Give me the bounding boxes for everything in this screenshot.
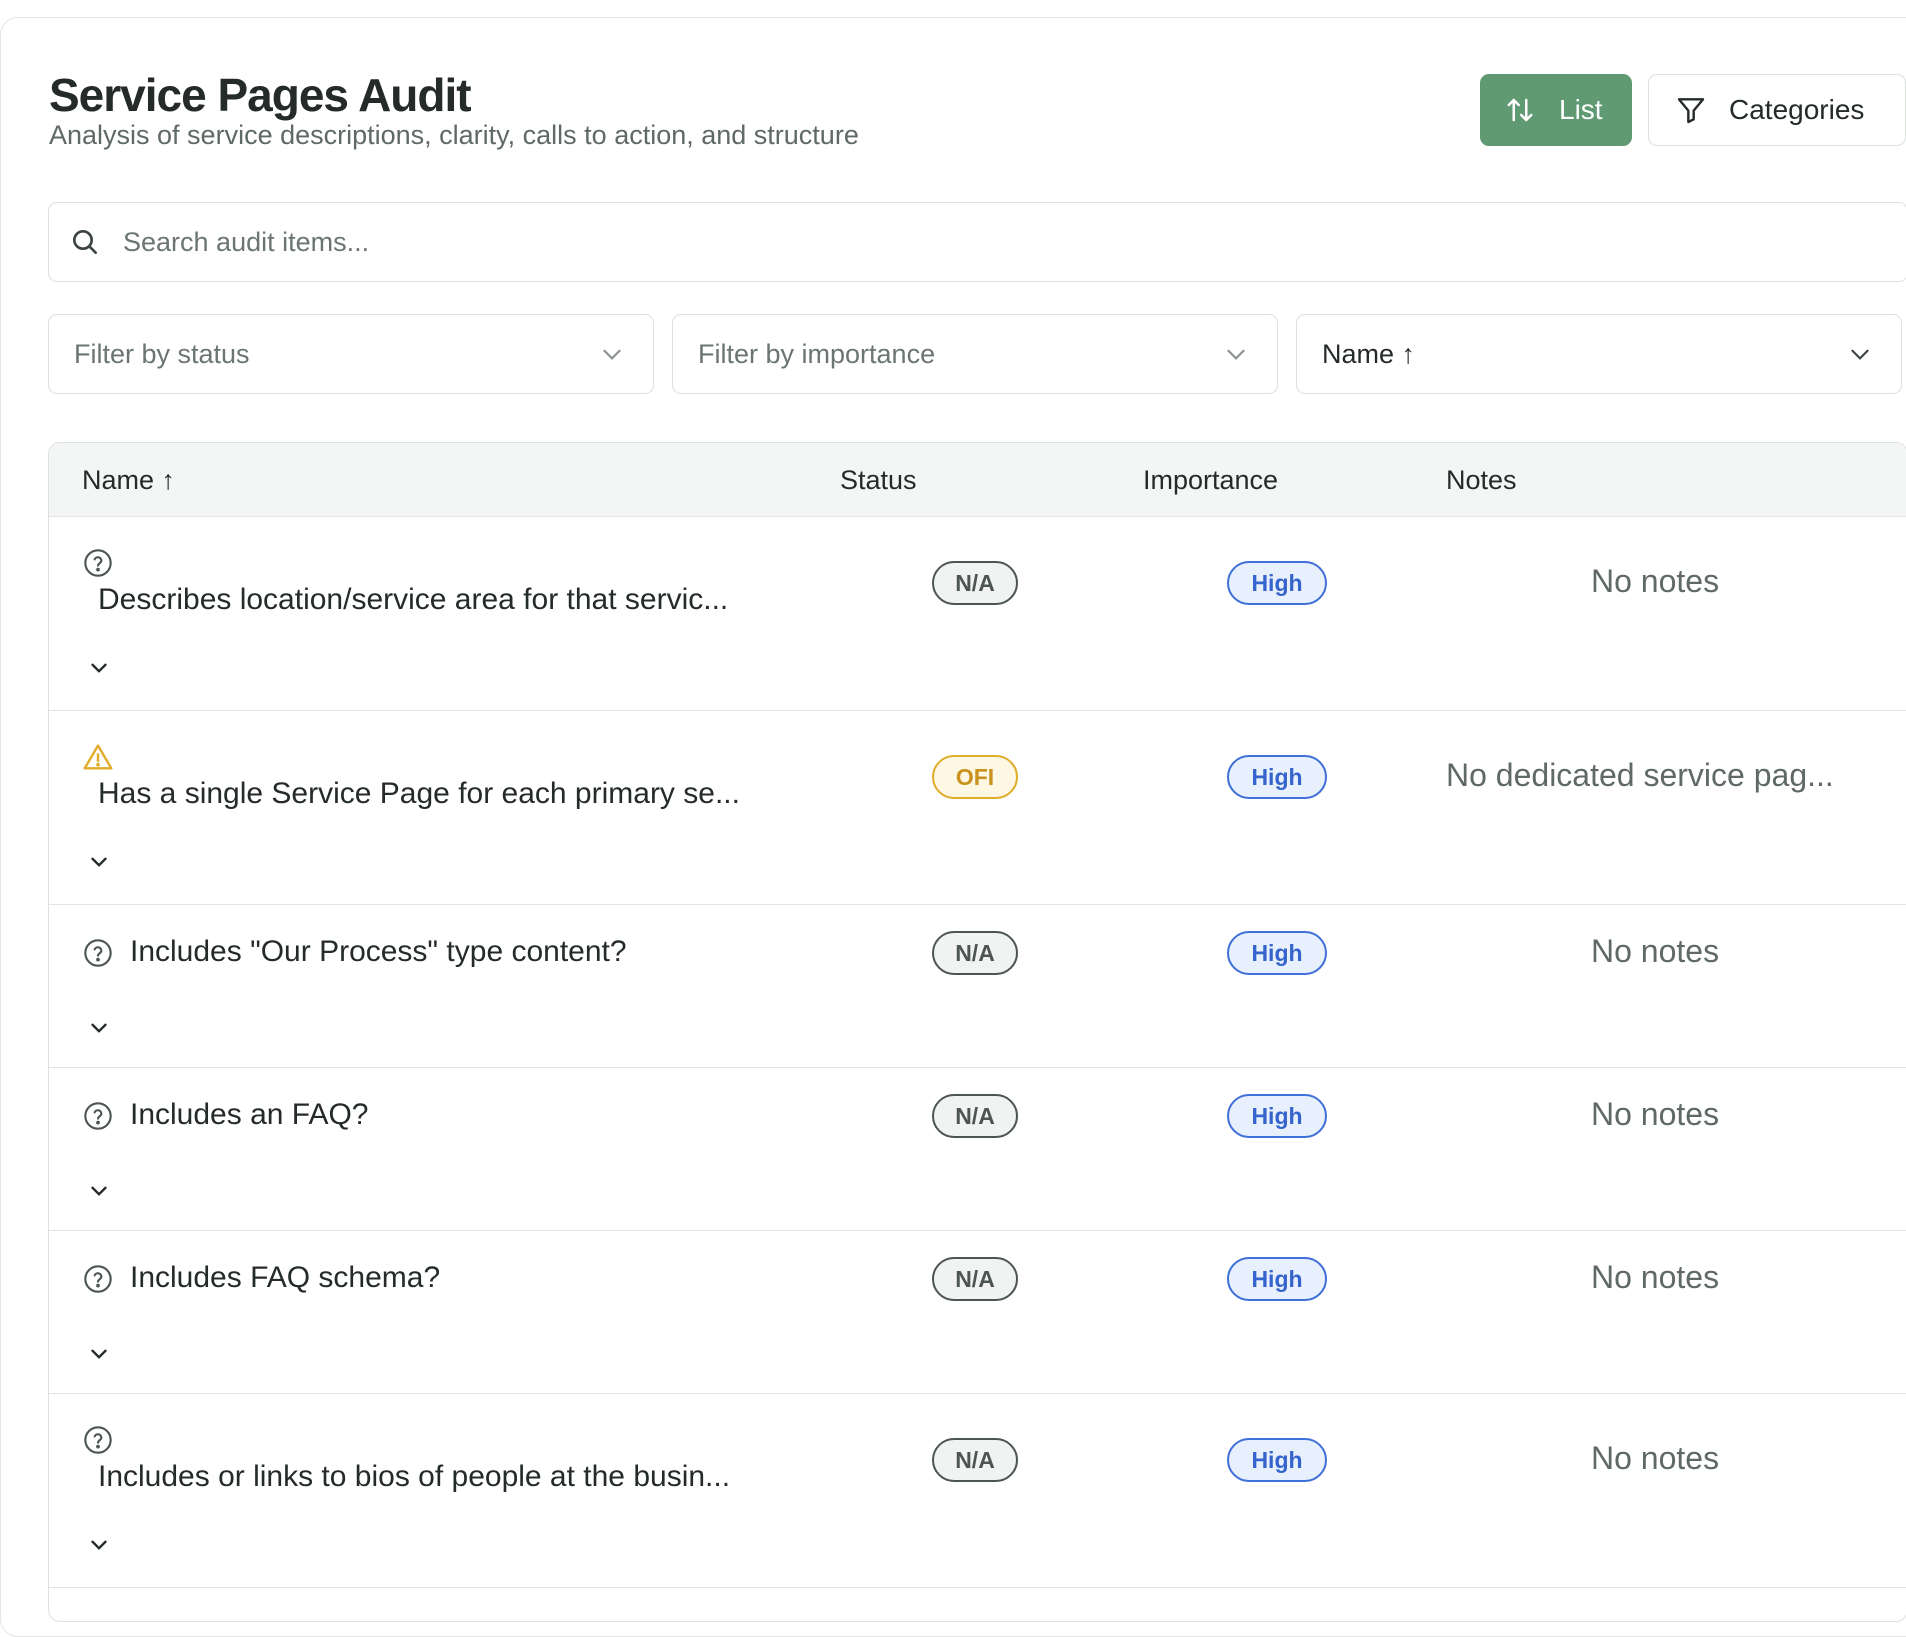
search-input[interactable] — [123, 226, 1823, 258]
chevron-down-icon — [603, 349, 621, 360]
row-notes: No notes — [1591, 1096, 1720, 1132]
status-badge: N/A — [932, 561, 1018, 605]
list-view-button[interactable]: List — [1480, 74, 1632, 146]
row-notes: No notes — [1591, 563, 1720, 599]
importance-badge: High — [1227, 755, 1327, 799]
row-notes: No notes — [1591, 933, 1720, 969]
page-title: Service Pages Audit — [49, 69, 472, 121]
status-filter-select[interactable]: Filter by status — [48, 314, 654, 394]
status-filter-value: Filter by status — [74, 338, 250, 369]
row-name: Includes "Our Process" type content? — [130, 935, 627, 968]
row-name: Describes location/service area for that… — [98, 583, 729, 616]
sort-arrows-icon — [1507, 98, 1533, 122]
filter-icon — [1677, 98, 1705, 124]
status-badge: N/A — [932, 931, 1018, 975]
categories-button[interactable]: Categories — [1648, 74, 1906, 146]
status-badge: N/A — [932, 1094, 1018, 1138]
help-circle-icon — [84, 939, 112, 967]
importance-filter-value: Filter by importance — [698, 338, 936, 369]
search-box[interactable] — [48, 202, 1906, 282]
chevron-down-icon[interactable] — [86, 1178, 112, 1204]
row-name: Has a single Service Page for each prima… — [98, 777, 740, 810]
status-badge: N/A — [932, 1438, 1018, 1482]
column-header-notes[interactable]: Notes — [1446, 465, 1517, 496]
importance-badge: High — [1227, 1257, 1327, 1301]
search-icon — [73, 230, 97, 254]
sort-select[interactable]: Name ↑ — [1296, 314, 1902, 394]
table-header: Name ↑ Status Importance Notes — [49, 443, 1906, 517]
column-header-name[interactable]: Name ↑ — [82, 465, 175, 496]
chevron-down-icon[interactable] — [86, 1532, 112, 1558]
chevron-down-icon[interactable] — [86, 1015, 112, 1041]
audit-table: Name ↑ Status Importance Notes Describes… — [48, 442, 1906, 1622]
table-row[interactable]: Includes "Our Process" type content? N/A… — [49, 905, 1906, 1068]
table-row[interactable]: Has a single Service Page for each prima… — [49, 711, 1906, 905]
row-notes: No notes — [1591, 1440, 1720, 1476]
status-badge: N/A — [932, 1257, 1018, 1301]
row-name: Includes or links to bios of people at t… — [98, 1460, 731, 1493]
help-circle-icon — [84, 1102, 112, 1130]
chevron-down-icon[interactable] — [86, 655, 112, 681]
table-row[interactable]: Includes or links to bios of people at t… — [49, 1394, 1906, 1588]
importance-badge: High — [1227, 1094, 1327, 1138]
column-header-importance[interactable]: Importance — [1143, 465, 1278, 496]
chevron-down-icon — [1227, 349, 1245, 360]
row-notes: No dedicated service pag... — [1446, 757, 1834, 793]
row-name: Includes an FAQ? — [130, 1098, 369, 1131]
help-circle-icon — [84, 1426, 112, 1454]
row-name: Includes FAQ schema? — [130, 1261, 441, 1294]
list-view-label: List — [1559, 94, 1603, 125]
categories-label: Categories — [1729, 94, 1865, 125]
status-badge: OFI — [932, 755, 1018, 799]
table-row[interactable]: Describes location/service area for that… — [49, 517, 1906, 711]
table-row[interactable]: Includes an FAQ? N/A High No notes — [49, 1068, 1906, 1231]
help-circle-icon — [84, 549, 112, 577]
column-header-status[interactable]: Status — [840, 465, 917, 496]
importance-badge: High — [1227, 931, 1327, 975]
importance-filter-select[interactable]: Filter by importance — [672, 314, 1278, 394]
table-row[interactable]: Includes FAQ schema? N/A High No notes — [49, 1231, 1906, 1394]
sort-value: Name ↑ — [1322, 338, 1416, 369]
chevron-down-icon — [1851, 349, 1869, 360]
row-notes: No notes — [1591, 1259, 1720, 1295]
chevron-down-icon[interactable] — [86, 1341, 112, 1367]
help-circle-icon — [84, 1265, 112, 1293]
importance-badge: High — [1227, 561, 1327, 605]
page-subtitle: Analysis of service descriptions, clarit… — [49, 120, 859, 150]
chevron-down-icon[interactable] — [86, 849, 112, 875]
importance-badge: High — [1227, 1438, 1327, 1482]
warning-triangle-icon — [83, 744, 113, 770]
